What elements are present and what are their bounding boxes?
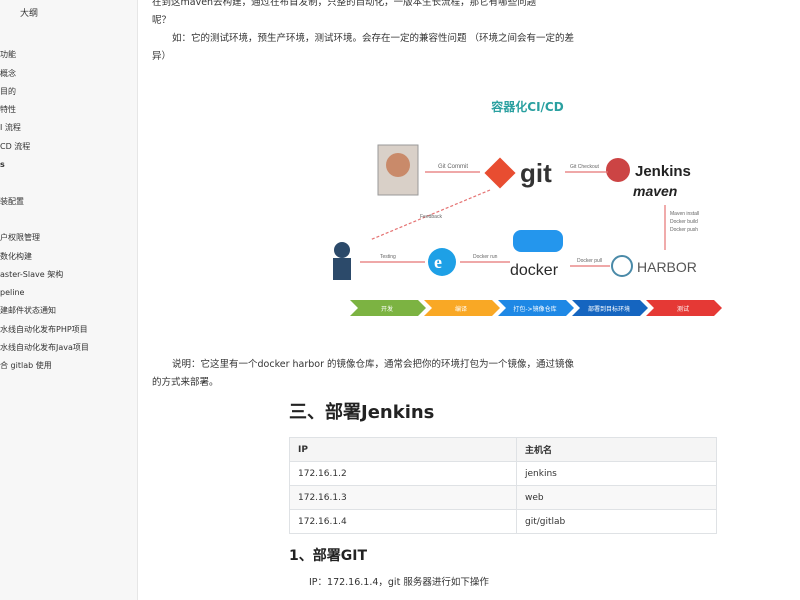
outline-item[interactable]: 户权限管理 [0,229,137,247]
jenkins-text: Jenkins [635,163,691,180]
stage-label: 开发 [381,305,393,313]
table-header-ip: IP [289,437,517,462]
browser-e-icon: e [434,252,442,272]
outline-item[interactable]: 特性 [0,101,137,119]
label-maven-step-2: Docker build [670,219,698,225]
outline-item[interactable]: 目的 [0,83,137,101]
paragraph-environment: 如：它的测试环境，预生产环境，测试环境。会存在一定的兼容性问题 （环境之间会有一… [152,33,575,62]
outline-item[interactable]: peline [0,284,137,302]
outline-item[interactable] [0,28,137,46]
outline-item[interactable]: 水线自动化发布PHP项目 [0,321,137,339]
label-maven-step-3: Docker push [670,227,698,233]
table-header-row: IP 主机名 [289,437,717,462]
tester-head-icon [334,242,350,258]
docker-whale-icon [513,230,563,252]
outline-list: 功能 概念 目的 特性 I 流程 CD 流程 s 装配置户权限管理 数化构建 aster-Slav… [0,28,137,376]
outline-item[interactable]: 数化构建 [0,248,137,266]
table-cell-ip: 172.16.1.4 [289,509,517,534]
stage-label: 部署到目标环境 [588,305,630,313]
label-testing: Testing [380,254,396,260]
outline-item[interactable]: I 流程 [0,119,137,137]
outline-item[interactable] [0,174,137,192]
outline-item[interactable]: 水线自动化发布Java项目 [0,339,137,357]
outline-item[interactable] [0,211,137,229]
paragraph-intro: 在到这maven去构建，通过在布首发制，只整的自动化，一版本生长流程，那它有哪些… [152,0,580,30]
paragraph-note: 说明：它这里有一个docker harbor 的镜像仓库，通常会把你的环境打包为… [152,359,575,388]
table-row: 172.16.1.2 jenkins [289,461,717,486]
cicd-diagram: 容器化CI/CD git Jenkins maven docker e HARB… [330,90,725,320]
outline-item[interactable]: aster-Slave 架构 [0,266,137,284]
outline-item[interactable]: 合 gitlab 使用 [0,357,137,375]
harbor-text: HARBOR [637,259,697,275]
tester-body-icon [333,258,351,280]
harbor-logo-icon [611,255,633,277]
table-cell-hostname: web [516,485,717,510]
stage-label: 编译 [455,305,467,313]
outline-item[interactable]: 建邮件状态通知 [0,302,137,320]
label-git-checkout: Git Checkout [570,164,600,170]
outline-sidebar: 大纲 功能 概念 目的 特性 I 流程 CD 流程 s 装配置户权限管理 数化构建 aster-S… [0,0,138,600]
label-docker-pull: Docker pull [577,258,602,264]
jenkins-logo-icon [606,158,630,182]
table-cell-ip: 172.16.1.3 [289,485,517,510]
label-maven-step-1: Maven install [670,211,699,217]
diagram-canvas: git Jenkins maven docker e HARBOR Git Co… [333,144,722,316]
outline-item[interactable]: CD 流程 [0,138,137,156]
stage-label: 测试 [677,305,689,313]
table-header-hostname: 主机名 [516,437,717,462]
paragraph-intro-line1: 在到这maven去构建，通过在布首发制，只整的自动化，一版本生长流程，那它有哪些… [152,0,537,8]
paragraph-git-ip: IP：172.16.1.4，git 服务器进行如下操作 [309,577,489,588]
outline-item[interactable]: 装配置 [0,193,137,211]
section-heading: 三、部署Jenkins [289,402,435,423]
table-cell-hostname: jenkins [516,461,717,486]
table-row: 172.16.1.4 git/gitlab [289,509,717,534]
table-cell-hostname: git/gitlab [516,509,717,534]
git-logo-icon [484,157,516,189]
browser-icon [428,248,456,276]
outline-item[interactable]: 功能 [0,46,137,64]
table-row: 172.16.1.3 web [289,485,717,510]
table-cell-ip: 172.16.1.2 [289,461,517,486]
ip-table: IP 主机名 172.16.1.2 jenkins 172.16.1.3 web… [289,437,717,534]
label-git-commit: Git Commit [438,164,468,170]
label-docker-run: Docker run [473,254,498,260]
subsection-heading: 1、部署GIT [289,548,367,564]
maven-text: maven [633,183,677,199]
developer-face-icon [386,153,410,177]
stage-bar: 开发 编译 打包->镜像仓库 部署到目标环境 测试 [350,300,722,316]
docker-text: docker [510,262,559,279]
outline-title: 大纲 [20,9,39,19]
outline-item[interactable]: 概念 [0,65,137,83]
paragraph-intro-line2: 呢？ [152,15,172,26]
outline-item[interactable]: s [0,156,137,174]
git-text: git [520,158,552,188]
stage-label: 打包->镜像仓库 [513,305,556,313]
label-feedback: Feedback [420,214,442,220]
